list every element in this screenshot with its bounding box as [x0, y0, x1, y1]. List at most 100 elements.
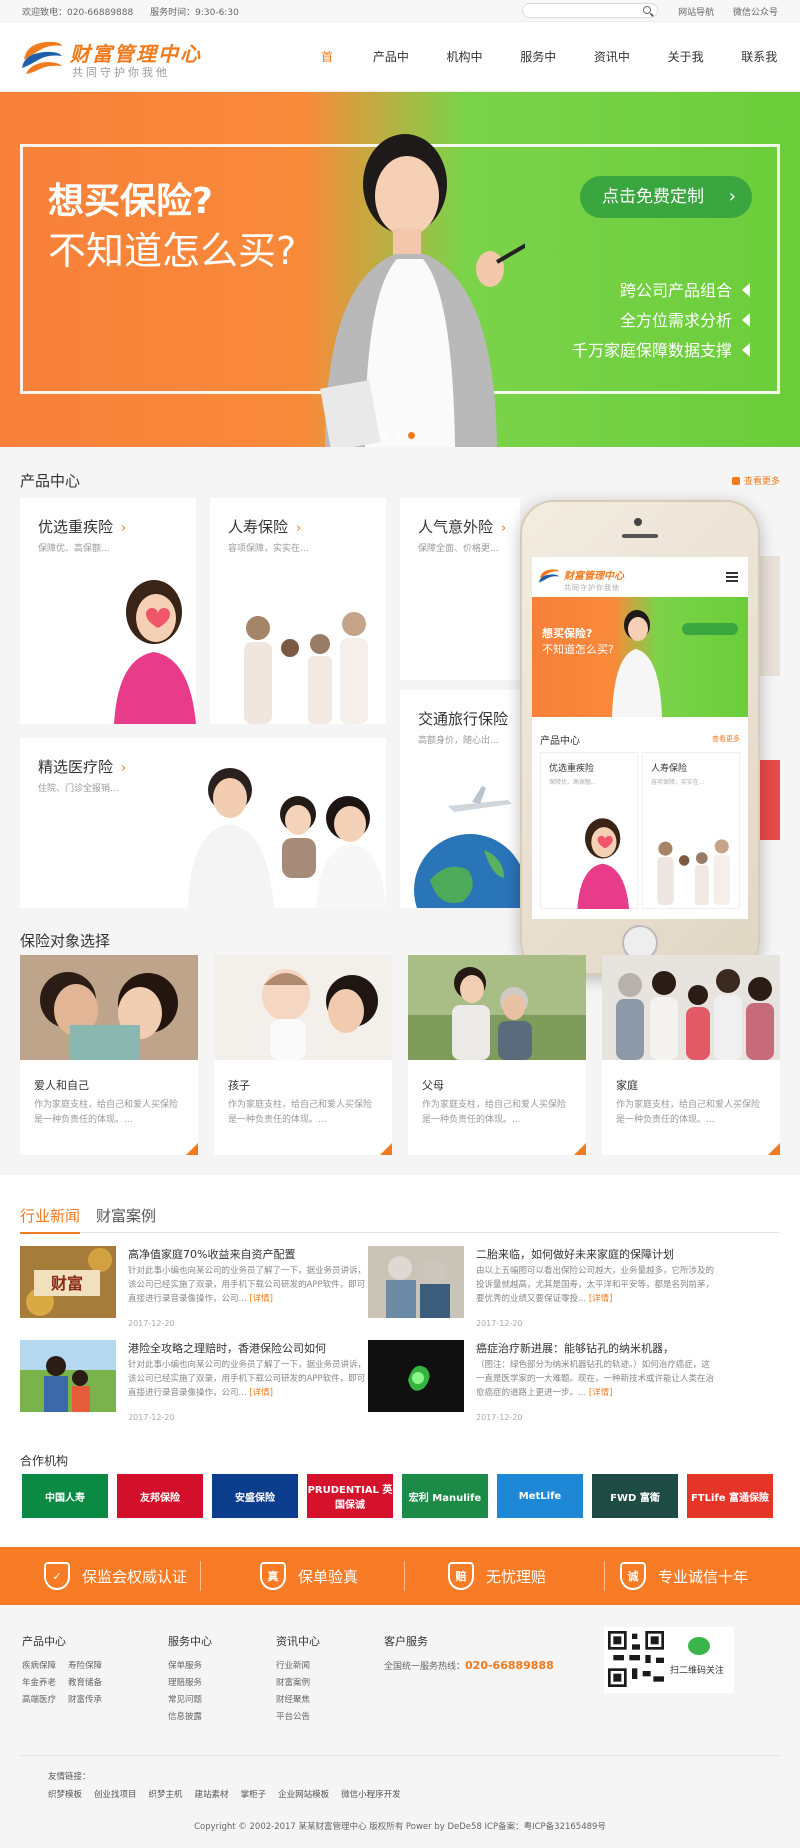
- chevron-right-icon: ›: [121, 521, 127, 536]
- nav-home[interactable]: 首页: [306, 22, 358, 134]
- partner-logo[interactable]: FWD 富衛: [592, 1474, 678, 1518]
- friend-link[interactable]: 微信小程序开发: [341, 1790, 401, 1800]
- footer-link[interactable]: 财经聚焦: [276, 1693, 320, 1705]
- news-item[interactable]: 财富 高净值家庭70%收益来自资产配置 针对此事小编也向某公司的业务员了解了一下…: [20, 1246, 370, 1328]
- product-card[interactable]: 人气意外险 › 保障全面、价格更...: [400, 498, 520, 680]
- footer-link[interactable]: 常见问题: [168, 1693, 212, 1705]
- corner-arrow-icon: [768, 1143, 780, 1155]
- carousel-dots: [382, 432, 415, 439]
- footer-col-customer: 客户服务 全国统一服务热线：020-66889888: [384, 1635, 554, 1672]
- footer-link[interactable]: 年金养老: [22, 1676, 56, 1688]
- partner-logo[interactable]: 友邦保险: [117, 1474, 203, 1518]
- header: 财富管理中心 共同守护你我他 首页 产品中心 机构中心 服务中心 资讯中心 关于…: [0, 22, 800, 134]
- hotline-number[interactable]: 020-66889888: [465, 1659, 554, 1672]
- search-icon[interactable]: [643, 6, 651, 14]
- top-bar: 欢迎致电：020-66889888 服务时间：9:30-6:30 网站导航 微信…: [0, 0, 800, 22]
- tab-wealth-cases[interactable]: 财富案例: [96, 1205, 156, 1226]
- nav-products[interactable]: 产品中心: [358, 22, 432, 134]
- carousel-dot-active[interactable]: [408, 432, 415, 439]
- product-woman-heart-image: [577, 818, 630, 909]
- hero-banner[interactable]: 想买保险? 不知道怎么买? 点击免费定制 › 跨公司产品组合 全方位需求分析 千万…: [0, 92, 800, 447]
- footer-link[interactable]: 教育储备: [68, 1676, 102, 1688]
- product-plane-globe-image: [414, 786, 520, 908]
- product-card[interactable]: 优选重疾险 › 保障优、高保额...: [20, 498, 196, 724]
- detail-link[interactable]: [详情]: [249, 1294, 273, 1304]
- object-card[interactable]: 孩子 作为家庭支柱，给自己和爱人买保险是一种负责任的体现。...: [214, 955, 392, 1155]
- nav-services[interactable]: 服务中心: [505, 22, 579, 134]
- footer-link[interactable]: 寿险保障: [68, 1659, 102, 1671]
- news-wealth-image: 财富: [20, 1246, 116, 1318]
- product-family-image: [244, 612, 368, 724]
- shield-check-icon: ✓: [44, 1562, 70, 1590]
- partner-logo[interactable]: 安盛保险: [212, 1474, 298, 1518]
- phone-mockup: 财富管理中心 共同守护你我他 想买保险? 不知道怎么买? 产品中心 查看更多 优…: [520, 500, 760, 975]
- logo-mark-icon: [22, 41, 62, 74]
- product-card[interactable]: 人寿保险 › 容项保障，实实在...: [210, 498, 386, 724]
- nav-institutions[interactable]: 机构中心: [432, 22, 506, 134]
- footer-col-services: 服务中心 保单服务 理赔服务 常见问题 信息披露: [168, 1635, 212, 1722]
- footer-link[interactable]: 行业新闻: [276, 1659, 320, 1671]
- object-card[interactable]: 父母 作为家庭支柱，给自己和爱人买保险是一种负责任的体现。...: [408, 955, 586, 1155]
- product-card[interactable]: 精选医疗险 › 住院、门诊全报销...: [20, 738, 386, 908]
- site-nav-link[interactable]: 网站导航: [678, 8, 714, 18]
- chevron-right-icon: ›: [501, 521, 507, 536]
- footer-col-news: 资讯中心 行业新闻 财富案例 财经聚焦 平台公告: [276, 1635, 320, 1722]
- friend-link[interactable]: 建站素材: [195, 1790, 229, 1800]
- nav-contact[interactable]: 联系我们: [726, 22, 800, 134]
- partner-logo[interactable]: 中国人寿: [22, 1474, 108, 1518]
- partner-logo[interactable]: 宏利 Manulife: [402, 1474, 488, 1518]
- footer-link[interactable]: 保单服务: [168, 1659, 212, 1671]
- side-image-fragment: [760, 760, 780, 840]
- footer-link[interactable]: 平台公告: [276, 1710, 320, 1722]
- partner-logo[interactable]: MetLife: [497, 1474, 583, 1518]
- carousel-dot[interactable]: [382, 432, 389, 439]
- news-tabs: 行业新闻 财富案例: [20, 1203, 780, 1234]
- shield-verify-icon: 真: [260, 1562, 286, 1590]
- feature-item: 千万家庭保障数据支撑: [572, 337, 750, 361]
- nav-about[interactable]: 关于我们: [653, 22, 727, 134]
- object-card[interactable]: 家庭 作为家庭支柱，给自己和爱人买保险是一种负责任的体现。...: [602, 955, 780, 1155]
- service-hours: 服务时间：9:30-6:30: [150, 8, 239, 18]
- object-card[interactable]: 爱人和自己 作为家庭支柱，给自己和爱人买保险是一种负责任的体现。...: [20, 955, 198, 1155]
- tab-industry-news[interactable]: 行业新闻: [20, 1205, 81, 1234]
- news-item[interactable]: 港险全攻略之理赔时，香港保险公司如何 针对此事小编也向某公司的业务员了解了一下，…: [20, 1340, 370, 1422]
- search-input[interactable]: [522, 3, 658, 18]
- partner-logo[interactable]: PRUDENTIAL 英国保诚: [307, 1474, 393, 1518]
- phone-cta: [682, 623, 738, 635]
- wechat-link[interactable]: 微信公众号: [733, 8, 778, 18]
- partner-logo[interactable]: FTLife 富通保險: [687, 1474, 773, 1518]
- footer-link[interactable]: 信息披露: [168, 1710, 212, 1722]
- footer-link[interactable]: 财富案例: [276, 1676, 320, 1688]
- detail-link[interactable]: [详情]: [589, 1388, 613, 1398]
- footer-link[interactable]: 高端医疗: [22, 1693, 56, 1705]
- logo[interactable]: 财富管理中心 共同守护你我他: [20, 36, 220, 80]
- hamburger-menu-icon[interactable]: [726, 572, 738, 582]
- footer-link[interactable]: 疾病保障: [22, 1659, 56, 1671]
- triangle-icon: [742, 283, 750, 297]
- objects-title: 保险对象选择: [20, 932, 111, 950]
- banner-subheadline: 不知道怎么买?: [48, 229, 297, 273]
- detail-link[interactable]: [详情]: [249, 1388, 273, 1398]
- wechat-icon: [688, 1637, 710, 1655]
- friend-link[interactable]: 织梦模板: [48, 1790, 82, 1800]
- shield-integrity-icon: 诚: [620, 1562, 646, 1590]
- friend-link[interactable]: 织梦主机: [149, 1790, 183, 1800]
- corner-arrow-icon: [574, 1143, 586, 1155]
- footer-link[interactable]: 财富传承: [68, 1693, 102, 1705]
- corner-arrow-icon: [186, 1143, 198, 1155]
- friend-link[interactable]: 创业找项目: [94, 1790, 137, 1800]
- news-item[interactable]: 二胎来临，如何做好未来家庭的保障计划 由以上五幅图可以看出保险公司越大，业务量越…: [368, 1246, 718, 1328]
- footer-link[interactable]: 理赔服务: [168, 1676, 212, 1688]
- carousel-dot[interactable]: [395, 432, 402, 439]
- detail-link[interactable]: [详情]: [589, 1294, 613, 1304]
- triangle-icon: [742, 343, 750, 357]
- friend-link[interactable]: 掌柜子: [241, 1790, 267, 1800]
- friend-link[interactable]: 企业网站模板: [278, 1790, 329, 1800]
- product-doctor-family-image: [188, 768, 386, 908]
- nav-news[interactable]: 资讯中心: [579, 22, 653, 134]
- banner-woman-image: [320, 134, 525, 447]
- news-item[interactable]: 癌症治疗新进展：能够钻孔的纳米机器， （图注：绿色部分为纳米机器钻孔的轨迹。）如…: [368, 1340, 718, 1422]
- product-card[interactable]: 交通旅行保险 高额身价，随心出...: [400, 690, 520, 908]
- products-more-link[interactable]: 查看更多: [732, 474, 780, 487]
- free-custom-button[interactable]: 点击免费定制 ›: [580, 176, 752, 218]
